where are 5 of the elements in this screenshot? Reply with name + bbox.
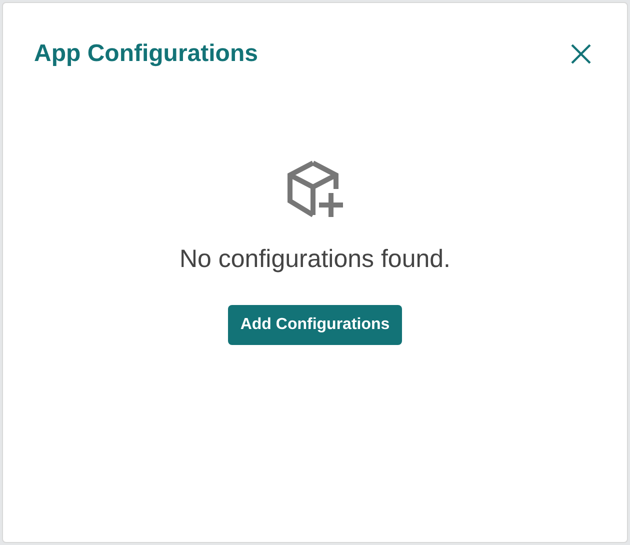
cube-plus-icon bbox=[286, 159, 344, 219]
dialog-title: App Configurations bbox=[34, 39, 258, 69]
add-configurations-button[interactable]: Add Configurations bbox=[228, 304, 402, 344]
empty-state-message: No configurations found. bbox=[179, 244, 450, 275]
close-icon[interactable] bbox=[569, 42, 593, 66]
